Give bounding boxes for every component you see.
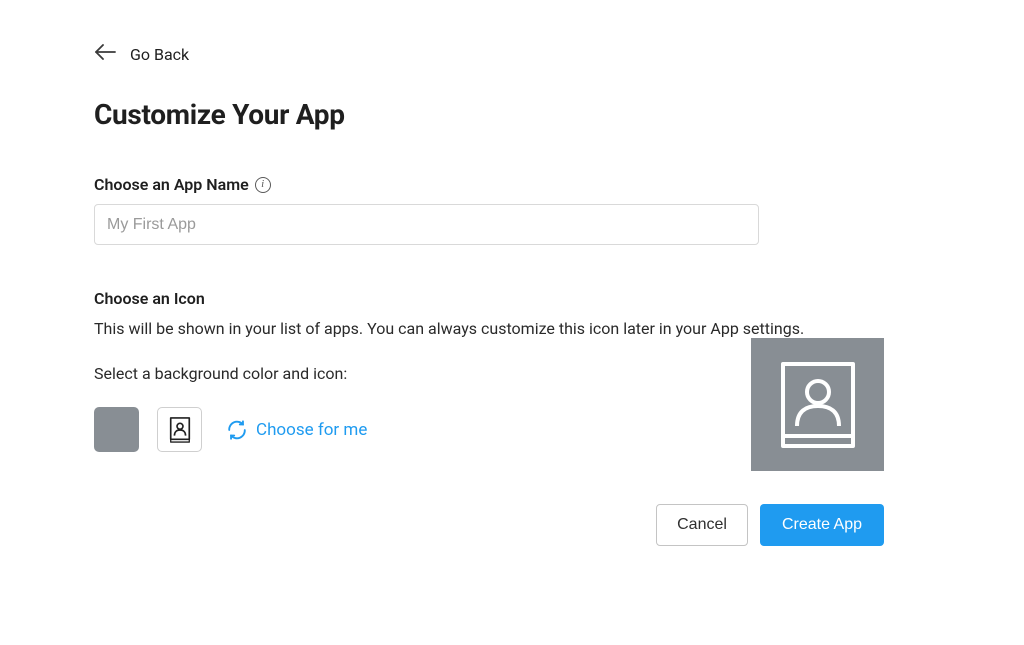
icon-preview	[751, 338, 884, 471]
icon-swatch-contact-book[interactable]	[157, 407, 202, 452]
go-back-label: Go Back	[130, 45, 189, 64]
contact-book-icon	[779, 360, 857, 450]
refresh-icon	[226, 419, 248, 441]
app-name-input[interactable]	[94, 204, 759, 245]
choose-for-me-label: Choose for me	[256, 420, 367, 440]
page-title: Customize Your App	[94, 98, 930, 131]
color-swatch-gray[interactable]	[94, 407, 139, 452]
button-row: Cancel Create App	[656, 504, 884, 546]
contact-book-icon	[167, 417, 193, 443]
create-app-button[interactable]: Create App	[760, 504, 884, 546]
go-back-link[interactable]: Go Back	[94, 44, 930, 64]
icon-section-title: Choose an Icon	[94, 289, 930, 308]
info-icon[interactable]: i	[255, 177, 271, 193]
app-name-label: Choose an App Name	[94, 175, 249, 194]
choose-for-me-link[interactable]: Choose for me	[226, 419, 367, 441]
app-name-label-row: Choose an App Name i	[94, 175, 930, 194]
cancel-button[interactable]: Cancel	[656, 504, 748, 546]
arrow-left-icon	[94, 44, 116, 64]
